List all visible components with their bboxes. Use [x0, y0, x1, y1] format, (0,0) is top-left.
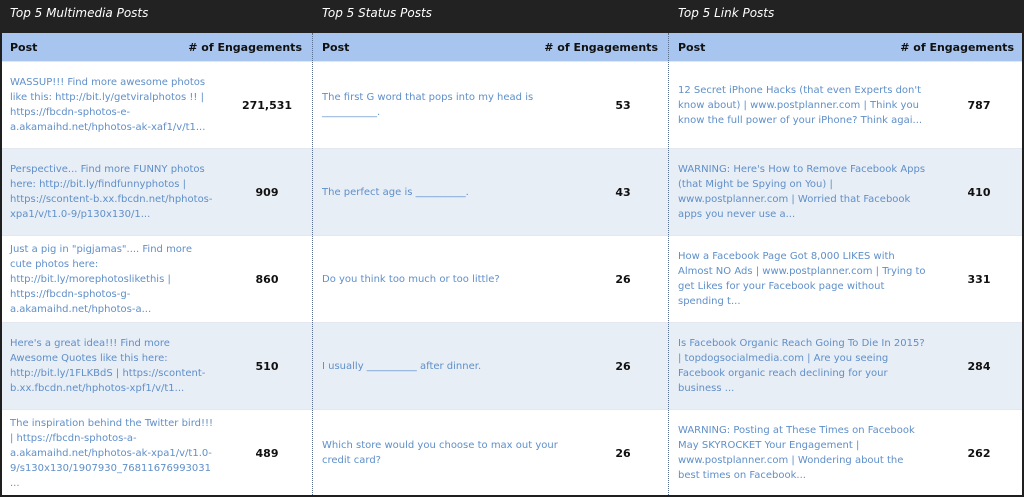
engagement-count: 26 — [615, 446, 631, 460]
engagements-column-header: # of Engagements — [900, 40, 1014, 54]
post-link[interactable]: Is Facebook Organic Reach Going To Die I… — [668, 336, 934, 396]
post-link[interactable]: The inspiration behind the Twitter bird!… — [0, 416, 222, 491]
engagement-count: 860 — [255, 272, 279, 286]
table-row: 12 Secret iPhone Hacks (that even Expert… — [668, 61, 1024, 148]
post-link[interactable]: I usually __________ after dinner. — [312, 359, 578, 374]
table-row: Just a pig in "pigjamas".... Find more c… — [0, 235, 312, 322]
section-title: Top 5 Multimedia Posts — [0, 0, 312, 33]
post-link[interactable]: WARNING: Posting at These Times on Faceb… — [668, 423, 934, 483]
column-divider — [312, 33, 313, 497]
section-title: Top 5 Status Posts — [312, 0, 668, 33]
table-row: Is Facebook Organic Reach Going To Die I… — [668, 322, 1024, 409]
engagement-count: 43 — [615, 185, 631, 199]
post-link[interactable]: Perspective... Find more FUNNY photos he… — [0, 162, 222, 222]
post-link[interactable]: Which store would you choose to max out … — [312, 438, 578, 468]
table-header: Post # of Engagements — [312, 33, 668, 61]
table-header: Post # of Engagements — [0, 33, 312, 61]
engagement-count: 26 — [615, 272, 631, 286]
link-posts-section: Top 5 Link Posts Post # of Engagements 1… — [668, 0, 1024, 497]
table-row: WARNING: Posting at These Times on Faceb… — [668, 409, 1024, 496]
engagement-count: 53 — [615, 98, 631, 112]
post-link[interactable]: Here's a great idea!!! Find more Awesome… — [0, 336, 222, 396]
post-link[interactable]: WASSUP!!! Find more awesome photos like … — [0, 75, 222, 135]
table-body: The first G word that pops into my head … — [312, 61, 668, 496]
status-posts-section: Top 5 Status Posts Post # of Engagements… — [312, 0, 668, 497]
table-body: 12 Secret iPhone Hacks (that even Expert… — [668, 61, 1024, 496]
table-row: Perspective... Find more FUNNY photos he… — [0, 148, 312, 235]
section-title: Top 5 Link Posts — [668, 0, 1024, 33]
engagement-count: 489 — [255, 446, 279, 460]
engagements-column-header: # of Engagements — [188, 40, 302, 54]
post-link[interactable]: Do you think too much or too little? — [312, 272, 578, 287]
engagement-count: 410 — [967, 185, 991, 199]
post-link[interactable]: The first G word that pops into my head … — [312, 90, 578, 120]
post-link[interactable]: 12 Secret iPhone Hacks (that even Expert… — [668, 83, 934, 128]
post-link[interactable]: Just a pig in "pigjamas".... Find more c… — [0, 242, 222, 317]
table-row: The perfect age is __________. 43 — [312, 148, 668, 235]
post-link[interactable]: The perfect age is __________. — [312, 185, 578, 200]
engagement-count: 331 — [967, 272, 991, 286]
table-header: Post # of Engagements — [668, 33, 1024, 61]
engagement-count: 787 — [967, 98, 991, 112]
table-row: Do you think too much or too little? 26 — [312, 235, 668, 322]
frame-border — [0, 33, 2, 497]
table-row: WASSUP!!! Find more awesome photos like … — [0, 61, 312, 148]
post-link[interactable]: How a Facebook Page Got 8,000 LIKES with… — [668, 249, 934, 309]
engagement-count: 262 — [967, 446, 991, 460]
table-row: How a Facebook Page Got 8,000 LIKES with… — [668, 235, 1024, 322]
multimedia-posts-section: Top 5 Multimedia Posts Post # of Engagem… — [0, 0, 312, 497]
post-column-header: Post — [322, 40, 350, 54]
engagement-count: 909 — [255, 185, 279, 199]
table-row: The inspiration behind the Twitter bird!… — [0, 409, 312, 496]
post-column-header: Post — [678, 40, 706, 54]
table-body: WASSUP!!! Find more awesome photos like … — [0, 61, 312, 496]
engagement-count: 510 — [255, 359, 279, 373]
post-column-header: Post — [10, 40, 38, 54]
table-row: Here's a great idea!!! Find more Awesome… — [0, 322, 312, 409]
column-divider — [668, 33, 669, 497]
post-link[interactable]: WARNING: Here's How to Remove Facebook A… — [668, 162, 934, 222]
table-row: I usually __________ after dinner. 26 — [312, 322, 668, 409]
engagement-count: 284 — [967, 359, 991, 373]
engagement-count: 271,531 — [241, 98, 293, 112]
table-row: The first G word that pops into my head … — [312, 61, 668, 148]
engagement-count: 26 — [615, 359, 631, 373]
engagement-report: Top 5 Multimedia Posts Post # of Engagem… — [0, 0, 1024, 497]
table-row: Which store would you choose to max out … — [312, 409, 668, 496]
table-row: WARNING: Here's How to Remove Facebook A… — [668, 148, 1024, 235]
engagements-column-header: # of Engagements — [544, 40, 658, 54]
